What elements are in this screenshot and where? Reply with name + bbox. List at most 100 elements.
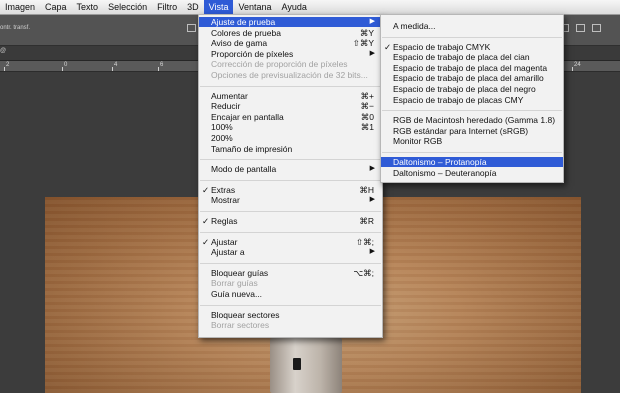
submenu-item-daltonismo-deuteranopia[interactable]: Daltonismo – Deuteranopía [381,168,563,178]
menubar-texto[interactable]: Texto [72,0,104,14]
menu-separator [200,262,381,264]
submenu-item-placa-amarillo[interactable]: Espacio de trabajo de placa del amarillo [381,73,563,83]
submenu-item-placa-magenta[interactable]: Espacio de trabajo de placa del magenta [381,63,563,73]
menu-item-label: Bloquear sectores [211,309,280,320]
menu-item-encajar-en-pantalla[interactable]: Encajar en pantalla ⌘0 [199,112,382,122]
menu-item-shortcut: ⇧⌘; [356,236,374,247]
menubar-capa[interactable]: Capa [40,0,72,14]
checkmark-icon: ✓ [202,184,210,195]
menu-separator [382,152,562,153]
menu-bar: Imagen Capa Texto Selección Filtro 3D Vista Ven… [0,0,620,15]
menu-item-label: Espacio de trabajo de placa del negro [393,84,536,94]
menu-item-label: Proporción de píxeles [211,48,294,59]
menu-item-label: Guía nueva... [211,289,263,299]
ruler-label: 4 [114,62,118,68]
photo-object [270,338,342,393]
menu-separator [200,85,381,87]
menu-separator [382,110,562,112]
menu-item-bloquear-guias[interactable]: Bloquear guías ⌥⌘; [199,268,382,278]
ruler-label: 24 [574,62,581,68]
menu-separator [200,304,381,306]
menu-item-label: Ajuste de prueba [211,17,276,27]
menu-item-aviso-de-gama[interactable]: Aviso de gama ⇧⌘Y [199,38,382,48]
submenu-item-daltonismo-protanopia[interactable]: Daltonismo – Protanopía [381,157,563,167]
menubar-filtro[interactable]: Filtro [152,0,182,14]
menu-item-borrar-guias: Borrar guías [199,278,382,288]
menu-item-shortcut: ⌘+ [360,90,374,101]
menu-item-100[interactable]: 100% ⌘1 [199,122,382,132]
menu-item-shortcut: ⌘H [359,184,374,195]
ruler-tick [4,67,5,71]
vista-menu: Ajuste de prueba ▶ Colores de prueba ⌘Y Avis… [198,14,383,338]
menu-item-guia-nueva[interactable]: Guía nueva... [199,289,382,299]
menu-item-ajustar-a[interactable]: Ajustar a ▶ [199,247,382,257]
menu-item-tamano-de-impresion[interactable]: Tamaño de impresión [199,144,382,154]
submenu-item-monitor-rgb[interactable]: Monitor RGB [381,136,563,146]
menubar-3d[interactable]: 3D [182,0,204,14]
menu-item-aumentar[interactable]: Aumentar ⌘+ [199,91,382,101]
menu-item-shortcut: ⇧⌘Y [352,38,374,49]
submenu-item-placa-cian[interactable]: Espacio de trabajo de placa del cian [381,52,563,62]
menu-item-label: Borrar guías [211,278,258,289]
document-tab[interactable]: @ [0,48,6,54]
menu-item-modo-de-pantalla[interactable]: Modo de pantalla ▶ [199,164,382,174]
checkmark-icon: ✓ [202,236,210,247]
menu-item-label: Borrar sectores [211,320,270,331]
submenu-arrow-icon: ▶ [369,165,375,173]
options-bar-label: ontr. transf. [0,25,31,31]
ruler-label: 0 [64,62,68,68]
ruler-tick [62,67,63,71]
menu-item-label: Bloquear guías [211,267,269,278]
menu-item-label: RGB de Macintosh heredado (Gamma 1.8) [393,115,556,126]
submenu-item-a-medida[interactable]: A medida... [381,21,563,31]
menu-item-ajustar[interactable]: ✓ Ajustar ⇧⌘; [199,237,382,247]
menu-item-reglas[interactable]: ✓ Reglas ⌘R [199,216,382,226]
menu-item-mostrar[interactable]: Mostrar ▶ [199,195,382,205]
menu-item-label: Opciones de previsualización de 32 bits.… [211,70,368,80]
menu-item-label: Espacio de trabajo de placa del cian [393,52,530,63]
menu-item-200[interactable]: 200% [199,133,382,143]
menu-item-label: Espacio de trabajo CMYK [393,41,491,52]
menu-item-shortcut: ⌘− [360,101,374,112]
menu-separator [200,159,381,161]
menu-item-label: Reducir [211,101,241,112]
ruler-tick [158,67,159,71]
menu-item-correccion-de-proporcion: Corrección de proporción de píxeles [199,59,382,69]
menu-item-colores-de-prueba[interactable]: Colores de prueba ⌘Y [199,28,382,38]
submenu-arrow-icon: ▶ [369,18,375,25]
menu-item-extras[interactable]: ✓ Extras ⌘H [199,185,382,195]
submenu-item-placas-cmy[interactable]: Espacio de trabajo de placas CMY [381,95,563,105]
submenu-item-rgb-estandar[interactable]: RGB estándar para Internet (sRGB) [381,126,563,136]
menu-item-label: Espacio de trabajo de placa del magenta [393,62,548,73]
menu-separator [200,231,381,233]
menu-item-shortcut: ⌘Y [359,27,374,38]
ruler-label: 2 [6,62,10,68]
menubar-vista[interactable]: Vista [203,0,234,14]
menu-item-label: Modo de pantalla [211,164,277,175]
auto-align-icon[interactable] [592,24,601,32]
menu-item-label: Reglas [211,216,238,226]
menubar-ventana[interactable]: Ventana [233,0,276,14]
menubar-seleccion[interactable]: Selección [103,0,152,14]
submenu-item-rgb-macintosh[interactable]: RGB de Macintosh heredado (Gamma 1.8) [381,115,563,125]
distribute-horizontal-icon[interactable] [576,24,585,32]
submenu-item-espacio-cmyk[interactable]: ✓ Espacio de trabajo CMYK [381,42,563,52]
menubar-imagen[interactable]: Imagen [0,0,40,14]
menu-item-label: Aumentar [211,90,248,101]
align-top-icon[interactable] [187,24,196,32]
menu-item-label: Aviso de gama [211,38,268,49]
menu-separator [200,179,381,181]
checkmark-icon: ✓ [384,41,392,52]
menu-item-label: 100% [211,122,233,133]
menu-item-proporcion-de-pixeles[interactable]: Proporción de píxeles ▶ [199,49,382,59]
menu-item-opciones-de-previsualizacion: Opciones de previsualización de 32 bits.… [199,70,382,80]
menu-item-ajuste-de-prueba[interactable]: Ajuste de prueba ▶ [199,17,382,27]
menu-item-shortcut: ⌘R [359,216,374,226]
menu-item-reducir[interactable]: Reducir ⌘− [199,101,382,111]
checkmark-icon: ✓ [202,216,210,226]
menu-item-borrar-sectores: Borrar sectores [199,320,382,330]
menubar-ayuda[interactable]: Ayuda [277,0,312,14]
menu-item-bloquear-sectores[interactable]: Bloquear sectores [199,310,382,320]
photo-object-slot [293,358,301,370]
submenu-item-placa-negro[interactable]: Espacio de trabajo de placa del negro [381,84,563,94]
